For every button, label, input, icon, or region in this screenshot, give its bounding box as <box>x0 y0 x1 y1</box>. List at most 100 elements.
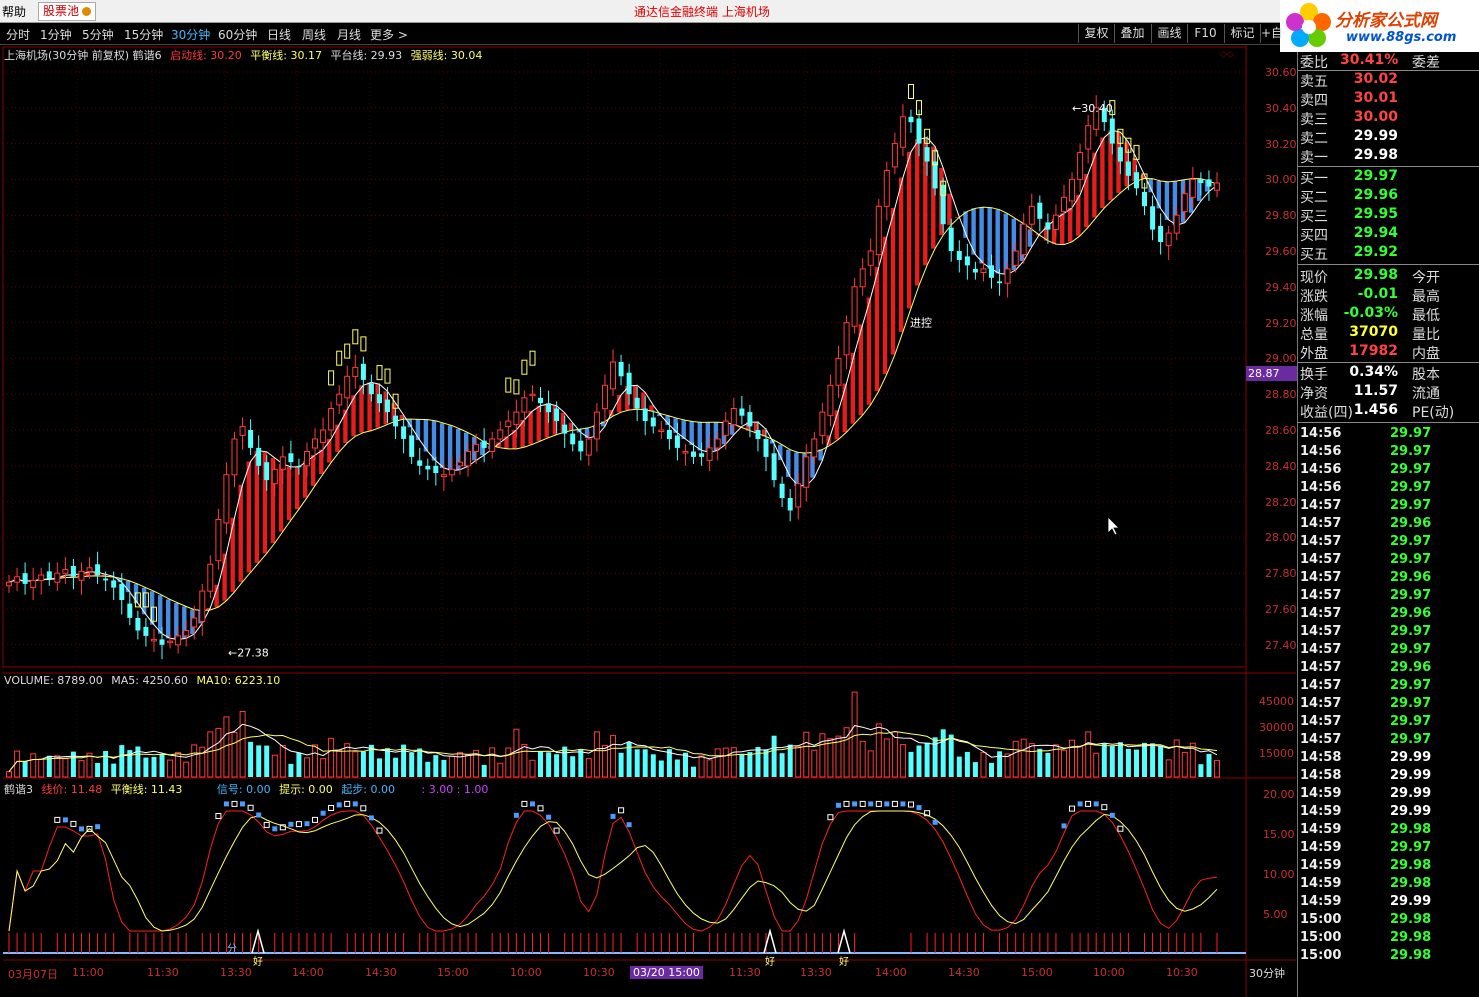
tick-price: 29.97 <box>1390 642 1432 657</box>
time-axis-label: 10:30 <box>583 966 615 979</box>
ribbon-bar <box>866 297 872 405</box>
candle-body <box>86 567 93 572</box>
osc-peak-marker <box>513 812 519 818</box>
candle-body <box>1214 182 1220 191</box>
stat-row-0-extra: 今开 <box>1412 270 1440 286</box>
period-6[interactable]: 日线 <box>267 26 291 43</box>
period-4[interactable]: 30分钟 <box>171 26 210 43</box>
osc-peak-marker <box>908 801 914 808</box>
volume-bar <box>706 759 713 778</box>
volume-bar <box>328 737 335 778</box>
candle-body <box>296 465 302 468</box>
candle <box>1158 213 1164 255</box>
time-axis-label: 11:00 <box>72 966 104 979</box>
candle-body <box>312 438 318 449</box>
period-1[interactable]: 1分钟 <box>40 26 72 43</box>
bid-row-4-label: 买五 <box>1300 247 1328 263</box>
osc-axis-label: 15.00 <box>1263 828 1295 841</box>
menu-help[interactable]: 帮助 <box>2 3 26 20</box>
price-axis-label: 28.20 <box>1265 495 1297 509</box>
osc-peak-marker <box>1109 812 1115 818</box>
volume-bar <box>1214 759 1220 778</box>
tool-button-2[interactable]: 画线 <box>1151 24 1187 43</box>
period-5[interactable]: 60分钟 <box>218 26 257 43</box>
candle-body <box>1069 178 1075 202</box>
oscillator-legend: 鹤谐3 线价: 11.48 平衡线: 11.43 信号: 0.00 提示: 0.… <box>4 781 493 797</box>
tool-button-3[interactable]: F10 <box>1187 24 1223 43</box>
volume-bar <box>1045 753 1051 777</box>
candle <box>215 508 222 570</box>
close-icon[interactable] <box>82 7 92 16</box>
ask-row-0-label: 卖五 <box>1300 74 1328 90</box>
stat-row-4: 外盘 17982 内盘 <box>1300 343 1478 362</box>
ask-row-4: 卖一 29.98 <box>1300 147 1478 166</box>
time-axis-label: 13:30 <box>220 966 252 979</box>
candle <box>30 567 37 601</box>
weibi-row-extra: 委差 <box>1412 55 1440 71</box>
stat2-row-1-value: 11.57 <box>1353 383 1398 399</box>
volume-axis-label: 45000 <box>1259 695 1294 708</box>
period-0[interactable]: 分时 <box>6 26 30 43</box>
volume-bar <box>1150 743 1156 777</box>
high-annotation: ←30.40 <box>1072 102 1113 115</box>
time-axis-label: 11:30 <box>729 966 761 979</box>
volume-bar <box>279 744 286 778</box>
tool-button-5[interactable]: +自 <box>1260 24 1283 43</box>
candle <box>867 238 874 277</box>
osc-peak-marker <box>312 816 318 823</box>
volume-axis-label: 15000 <box>1259 747 1294 760</box>
tick-time: 14:57 <box>1300 660 1342 675</box>
ask-row-4-value: 29.98 <box>1353 147 1398 163</box>
tool-button-0[interactable]: 复权 <box>1078 24 1114 43</box>
bottom-period-label[interactable]: 30分钟 <box>1249 965 1285 981</box>
volume-bar <box>119 745 125 777</box>
kline-chart[interactable]: ←30.40 ←27.38 进控好 好 好 分 ◇◇ <box>0 45 1296 997</box>
candle-body <box>1045 222 1051 230</box>
weibi-row-label: 委比 <box>1300 55 1328 71</box>
tick-price: 29.98 <box>1390 858 1432 873</box>
volume-bar <box>417 748 423 777</box>
candle-body <box>908 116 914 123</box>
period-9[interactable]: 更多 > <box>370 26 408 43</box>
tool-button-1[interactable]: 叠加 <box>1114 24 1150 43</box>
tick-time: 14:57 <box>1300 732 1342 747</box>
ribbon-bar <box>528 411 533 445</box>
osc-peak-marker <box>626 822 632 828</box>
tick-time: 14:57 <box>1300 606 1342 621</box>
volume-bar <box>1125 748 1131 777</box>
osc-axis-label: 5.00 <box>1263 908 1288 921</box>
candle-body <box>755 430 761 439</box>
period-8[interactable]: 月线 <box>337 26 361 43</box>
tick-time: 14:59 <box>1300 786 1342 801</box>
period-2[interactable]: 5分钟 <box>82 26 114 43</box>
osc-peak-marker <box>70 820 77 827</box>
period-3[interactable]: 15分钟 <box>124 26 163 43</box>
candle <box>344 365 351 409</box>
candle-body <box>385 399 390 413</box>
stat-row-1: 涨跌 -0.01 最高 <box>1300 286 1478 305</box>
candle-body <box>159 639 165 645</box>
candle-body <box>320 429 327 443</box>
volume-bar <box>1028 743 1035 778</box>
tick-time: 14:57 <box>1300 570 1342 585</box>
candle-body <box>401 426 407 439</box>
volume-bar <box>658 760 664 777</box>
tool-button-4[interactable]: 标记 <box>1224 24 1260 43</box>
divider <box>1298 166 1479 167</box>
candle-body <box>787 498 793 511</box>
candle-body <box>288 453 294 463</box>
volume-bar <box>1085 731 1092 778</box>
volume-bar <box>1109 746 1115 777</box>
stock-pool-tab[interactable]: 股票池 <box>38 2 97 21</box>
tick-time: 14:57 <box>1300 516 1342 531</box>
tick-price: 29.98 <box>1390 930 1432 945</box>
osc-peak-marker <box>79 826 84 832</box>
volume-bar <box>191 744 198 778</box>
candle <box>843 315 850 370</box>
period-7[interactable]: 周线 <box>302 26 326 43</box>
candle <box>62 557 69 584</box>
candle-body <box>932 161 938 189</box>
volume-bar <box>62 758 69 778</box>
volume-bar <box>698 755 705 778</box>
candle <box>1028 193 1035 235</box>
